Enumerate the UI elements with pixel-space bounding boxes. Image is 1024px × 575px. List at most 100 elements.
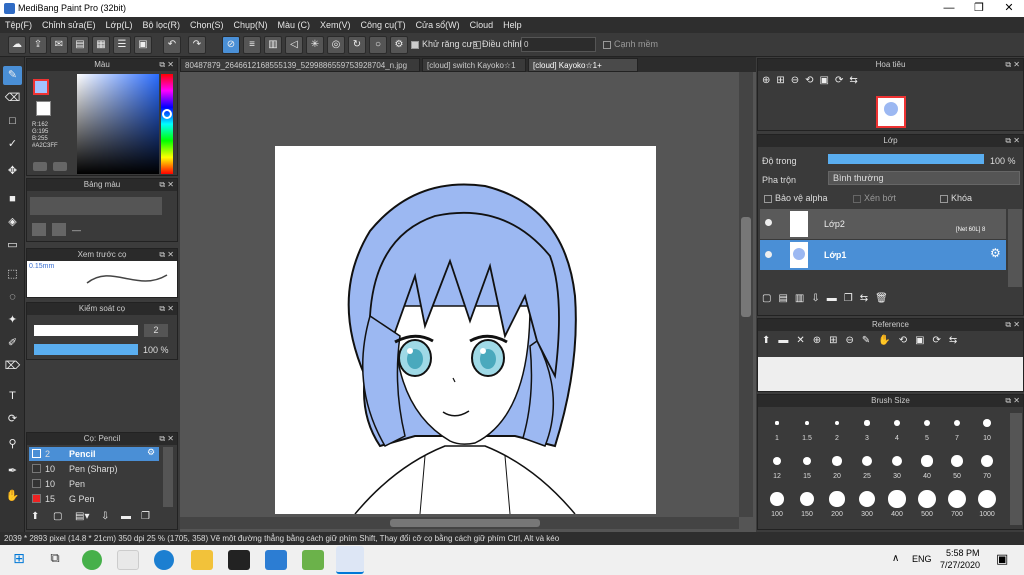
task-view-icon[interactable]: ⧉	[44, 550, 66, 570]
menu-file[interactable]: Tệp(F)	[0, 17, 37, 33]
brush-size-value[interactable]: 2	[144, 324, 168, 337]
brush-item[interactable]: 15 G Pen	[29, 492, 159, 506]
new-swatch-icon[interactable]	[32, 223, 46, 236]
snap-curve-icon[interactable]: ↻	[348, 36, 366, 54]
fill-rect-tool-icon[interactable]: ■	[3, 190, 22, 209]
move-tool-icon[interactable]: ✥	[3, 162, 22, 181]
file-explorer-icon[interactable]	[191, 550, 213, 570]
clipping-toggle[interactable]: Xén bớt	[853, 193, 896, 203]
comment-icon[interactable]: ▤	[71, 36, 89, 54]
brush-item[interactable]: 10 Pen	[29, 477, 159, 491]
menu-filter[interactable]: Bộ lọc(R)	[137, 17, 185, 33]
photos-icon[interactable]	[265, 550, 287, 570]
brush-copy-icon[interactable]: ▤▾	[75, 511, 93, 525]
panel-close-icon[interactable]: ⧉ ✕	[159, 179, 174, 191]
menu-select[interactable]: Chọn(S)	[185, 17, 229, 33]
brush-size-option[interactable]: 500	[912, 489, 942, 518]
brush-size-option[interactable]: 150	[792, 489, 822, 518]
color-mode-button[interactable]	[33, 162, 47, 171]
panel-close-icon[interactable]: ⧉ ✕	[159, 59, 174, 71]
close-button[interactable]: ✕	[994, 0, 1024, 17]
menu-window[interactable]: Cửa sổ(W)	[411, 17, 465, 33]
lock-toggle[interactable]: Khóa	[940, 193, 972, 203]
adjust-checkbox[interactable]	[473, 41, 481, 49]
swatch-area[interactable]	[30, 197, 162, 215]
cloud-icon[interactable]: ☁	[8, 36, 26, 54]
brush-size-option[interactable]: 7	[942, 413, 972, 442]
brush-list-scrollbar[interactable]	[163, 447, 173, 507]
layer-row[interactable]: Lớp2 [Net 60L] 8	[760, 209, 1006, 239]
brush-size-option[interactable]: 15	[792, 451, 822, 480]
divide-tool-icon[interactable]: ⟳	[3, 410, 22, 429]
grid-icon[interactable]: ▣	[134, 36, 152, 54]
snap-vanish-icon[interactable]: ◁	[285, 36, 303, 54]
brush-size-option[interactable]: 50	[942, 451, 972, 480]
layer-scrollbar[interactable]	[1008, 209, 1022, 287]
lasso-tool-icon[interactable]: ◌	[3, 288, 22, 307]
page-icon[interactable]: ▦	[92, 36, 110, 54]
snap-circle-icon[interactable]: ◎	[327, 36, 345, 54]
snap-parallel-icon[interactable]: ≡	[243, 36, 261, 54]
horizontal-scrollbar[interactable]	[180, 517, 739, 529]
brush-folder-icon[interactable]: ▬	[121, 511, 135, 525]
tab-photo[interactable]: 80487879_2646612168555139_52998865597539…	[180, 58, 420, 72]
brush-size-scrollbar[interactable]	[1010, 413, 1022, 525]
pen-tool-icon[interactable]: ✒	[3, 462, 22, 481]
brush-size-option[interactable]: 10	[972, 413, 1002, 442]
snap-radial-icon[interactable]: ✳	[306, 36, 324, 54]
maximize-button[interactable]: ❐	[964, 0, 994, 17]
reference-toolbar-icons[interactable]: ⬆▬✕⊕⊞⊖✎✋⟲▣⟳⇆	[762, 335, 965, 346]
brush-size-option[interactable]: 400	[882, 489, 912, 518]
brush-tool-icon[interactable]: ✎	[3, 66, 22, 85]
panel-close-icon[interactable]: ⧉ ✕	[1005, 59, 1020, 71]
layer-action-icons[interactable]: ▢▤▥⇩▬❐⇆🗑	[762, 293, 895, 304]
delete-swatch-icon[interactable]	[52, 223, 66, 236]
list-icon[interactable]: ☰	[113, 36, 131, 54]
brush-size-option[interactable]: 300	[852, 489, 882, 518]
rectangle-tool-icon[interactable]: □	[3, 112, 22, 131]
brush-size-option[interactable]: 20	[822, 451, 852, 480]
blend-mode-select[interactable]: Bình thường	[828, 171, 1020, 185]
notification-icon[interactable]: ▣	[996, 551, 1008, 567]
brush-add-icon[interactable]: ⬆	[31, 511, 45, 525]
layer-opacity-slider[interactable]	[828, 154, 984, 164]
panel-close-icon[interactable]: ⧉ ✕	[1005, 319, 1020, 331]
hand-tool-icon[interactable]: ✋	[3, 487, 22, 506]
snap-ring-icon[interactable]: ○	[369, 36, 387, 54]
color-picker-button[interactable]	[53, 162, 67, 171]
magic-wand-tool-icon[interactable]: ✦	[3, 311, 22, 330]
tab-kayoko[interactable]: [cloud] Kayoko☆1+	[528, 58, 638, 72]
drawing-canvas[interactable]	[275, 146, 656, 514]
adjust-input[interactable]: 0	[521, 37, 596, 52]
clock-date[interactable]: 7/27/2020	[940, 560, 980, 570]
brush-size-option[interactable]: 40	[912, 451, 942, 480]
saturation-value-picker[interactable]	[77, 74, 159, 174]
panel-close-icon[interactable]: ⧉ ✕	[1005, 135, 1020, 147]
eye-icon[interactable]	[765, 251, 772, 258]
hue-slider[interactable]	[161, 74, 173, 174]
tab-switch-kayoko[interactable]: [cloud] switch Kayoko☆1	[422, 58, 526, 72]
select-pen-tool-icon[interactable]: ✐	[3, 334, 22, 353]
snap-settings-icon[interactable]: ⚙	[390, 36, 408, 54]
stack-app-icon[interactable]	[302, 550, 324, 570]
menu-view[interactable]: Xem(V)	[315, 17, 356, 33]
upload-icon[interactable]: ⇪	[29, 36, 47, 54]
brush-size-option[interactable]: 1000	[972, 489, 1002, 518]
bucket-tool-icon[interactable]: ◈	[3, 213, 22, 232]
navigator-thumbnail[interactable]	[876, 96, 906, 128]
brush-size-option[interactable]: 700	[942, 489, 972, 518]
hue-slider-handle[interactable]	[162, 109, 172, 119]
eye-icon[interactable]	[765, 219, 772, 226]
horizontal-scroll-thumb[interactable]	[390, 519, 540, 527]
protect-alpha-toggle[interactable]: Bảo vệ alpha	[764, 193, 828, 203]
brush-size-option[interactable]: 25	[852, 451, 882, 480]
minimize-button[interactable]: —	[934, 0, 964, 17]
menu-snap[interactable]: Chụp(N)	[229, 17, 273, 33]
menu-layer[interactable]: Lớp(L)	[101, 17, 138, 33]
brush-size-option[interactable]: 12	[762, 451, 792, 480]
panel-close-icon[interactable]: ⧉ ✕	[159, 433, 174, 445]
redo-icon[interactable]: ↷	[188, 36, 206, 54]
brush-size-option[interactable]: 5	[912, 413, 942, 442]
navigator-zoom-icons[interactable]: ⊕⊞⊖⟲▣⟳⇆	[762, 75, 864, 86]
text-tool-icon[interactable]: T	[3, 387, 22, 406]
